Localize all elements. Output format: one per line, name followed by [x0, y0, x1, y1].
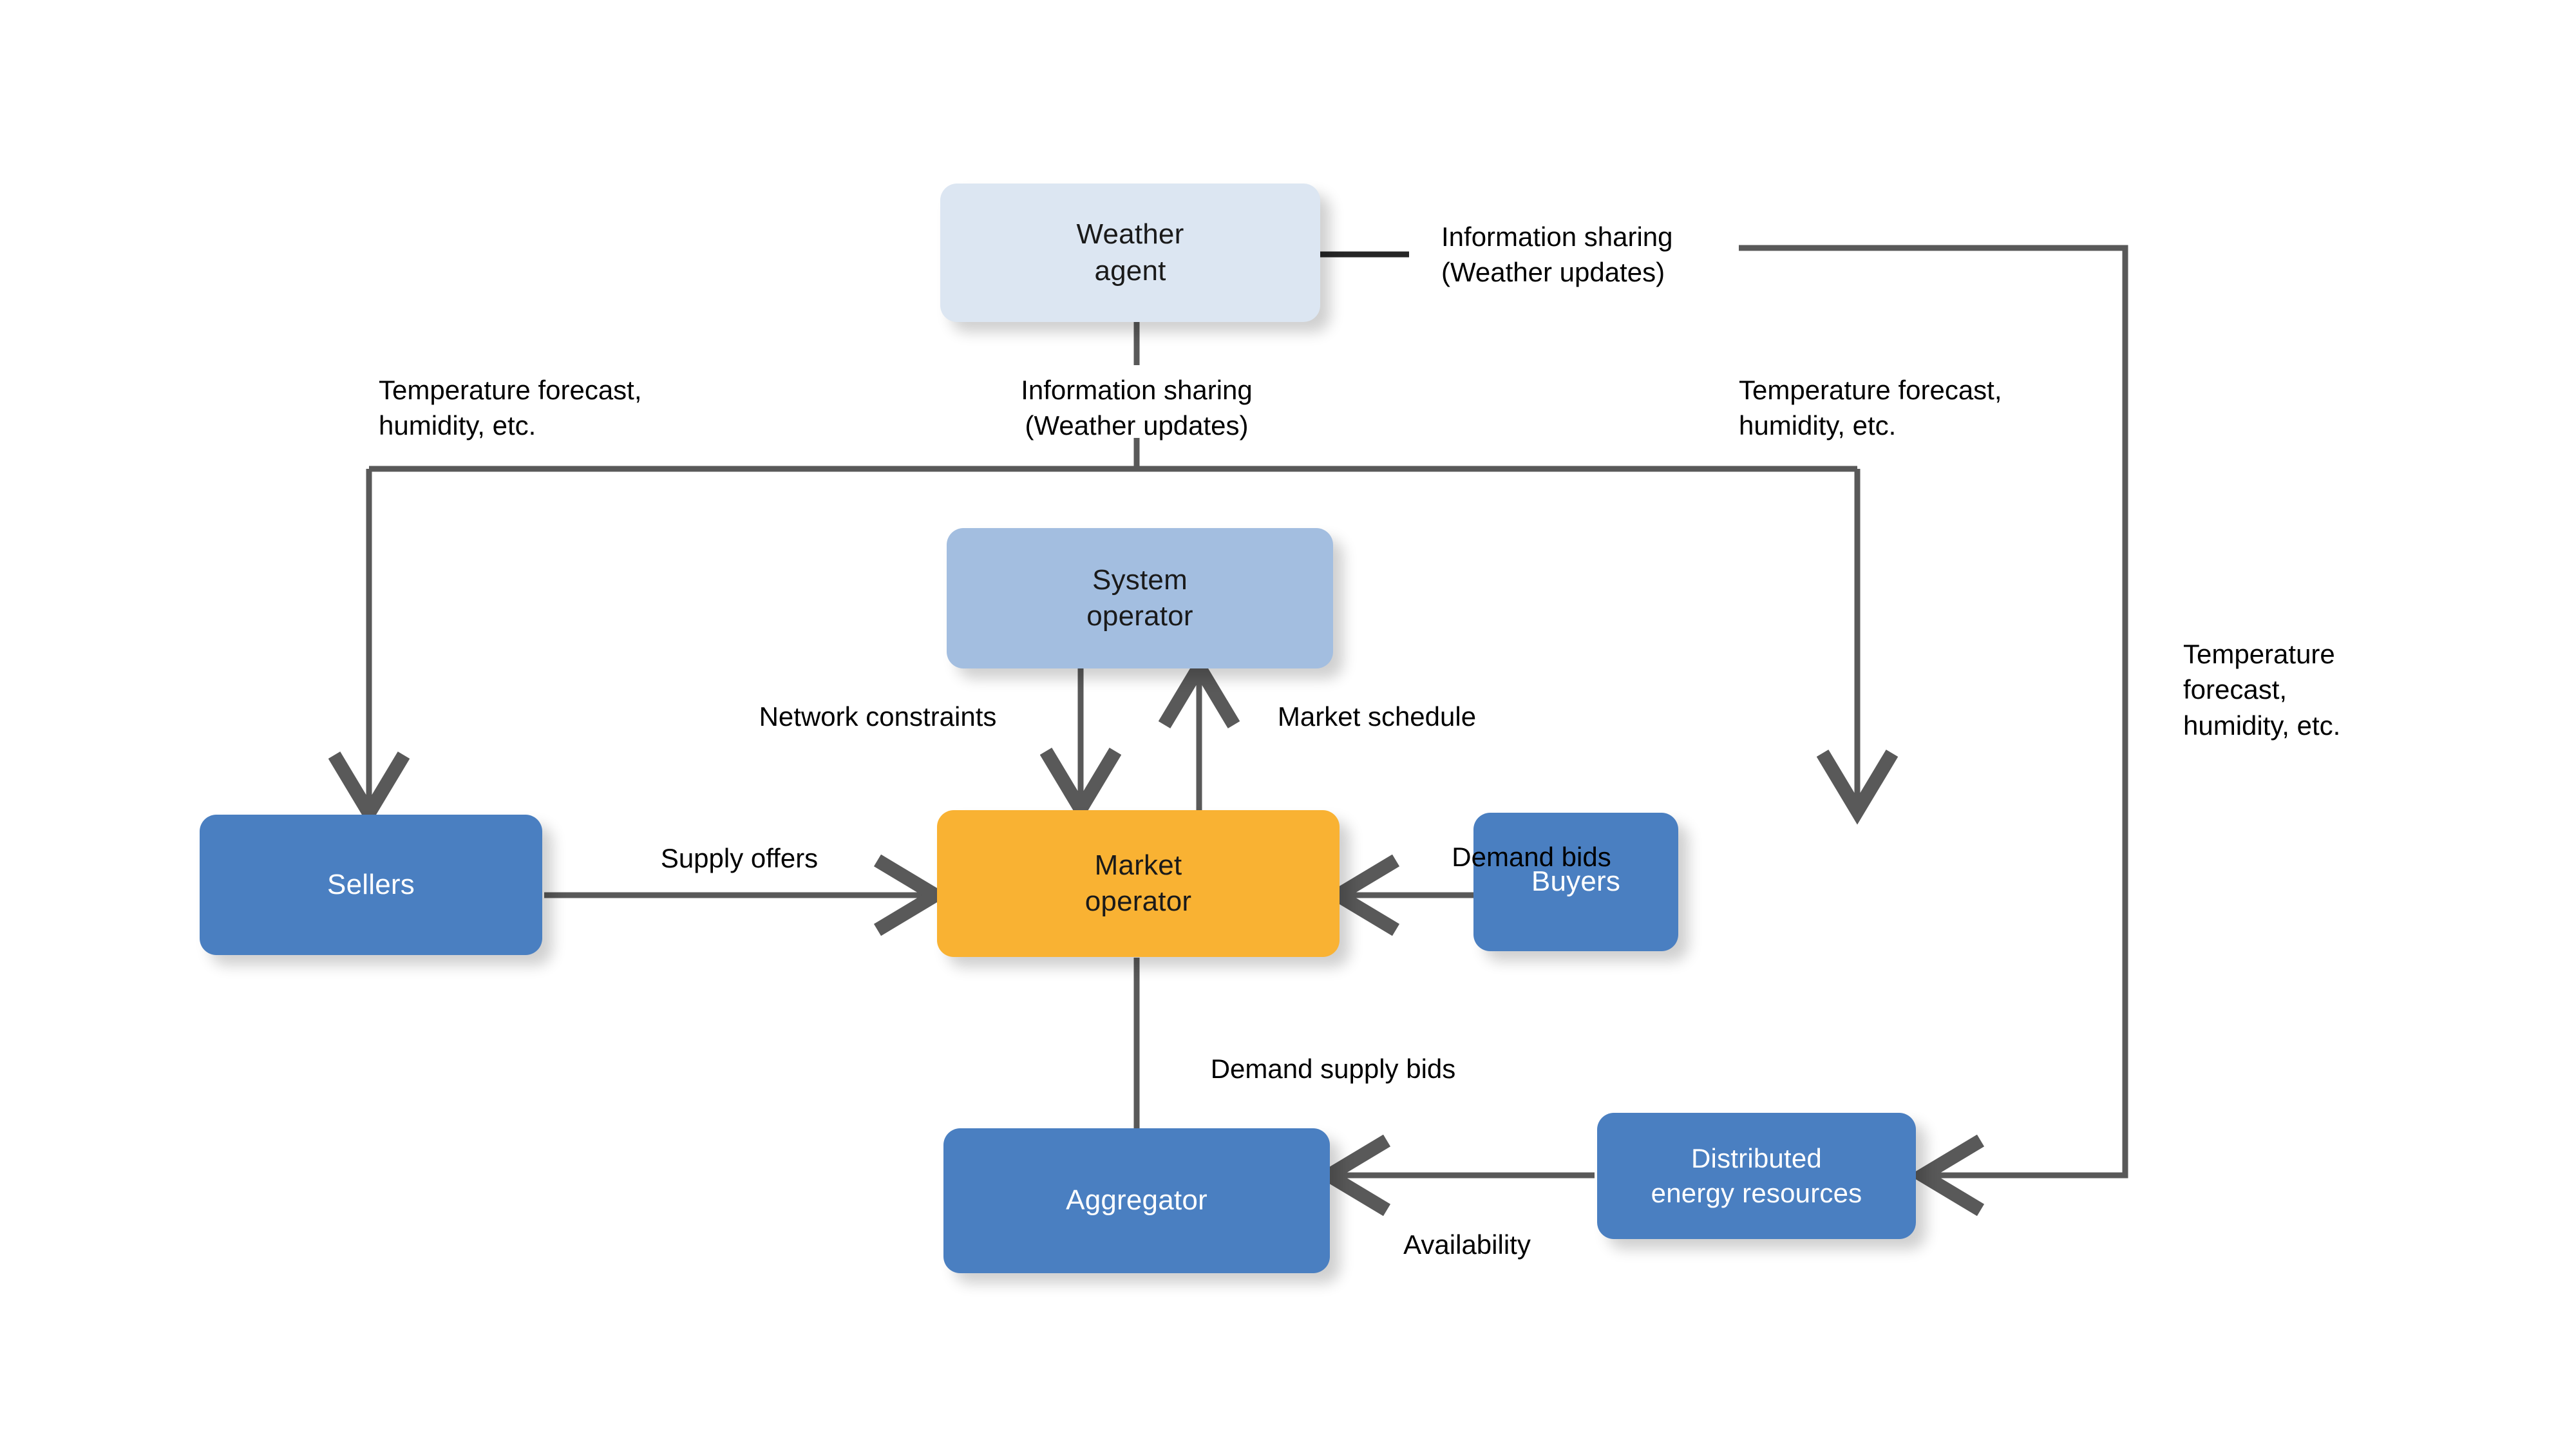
- node-aggregator[interactable]: Aggregator: [943, 1128, 1330, 1273]
- node-der-label: Distributed energy resources: [1651, 1143, 1862, 1208]
- diagram-canvas: Weather agent System operator Market ope…: [0, 0, 2576, 1449]
- edge-label-demand-bids: Demand bids: [1452, 842, 1611, 872]
- node-buyers[interactable]: Buyers: [1473, 813, 1678, 951]
- node-sellers-label: Sellers: [327, 868, 415, 900]
- node-market-operator[interactable]: Market operator: [937, 810, 1340, 957]
- node-sellers[interactable]: Sellers: [200, 815, 542, 955]
- node-aggregator-label: Aggregator: [1066, 1184, 1208, 1217]
- node-distributed-energy-resources[interactable]: Distributed energy resources: [1597, 1113, 1916, 1239]
- edge-label-market-schedule: Market schedule: [1277, 701, 1477, 732]
- edge-label-temperature-forecast-right: Temperature forecast, humidity, etc.: [1739, 375, 2002, 441]
- edge-label-temperature-forecast-left: Temperature forecast, humidity, etc.: [379, 375, 642, 441]
- node-market-operator-label: Market operator: [1084, 849, 1192, 917]
- node-system-operator[interactable]: System operator: [947, 528, 1333, 668]
- edge-label-network-constraints: Network constraints: [759, 701, 997, 732]
- edge-label-information-sharing-down: Information sharing (Weather updates): [1021, 375, 1253, 441]
- edge-label-information-sharing-right: Information sharing (Weather updates): [1441, 222, 1673, 288]
- node-system-operator-label: System operator: [1086, 564, 1193, 632]
- node-weather-agent-label: Weather agent: [1076, 218, 1184, 287]
- edge-label-availability: Availability: [1403, 1229, 1531, 1260]
- edge-label-demand-supply-bids: Demand supply bids: [1210, 1054, 1456, 1084]
- edge-label-temperature-forecast-far-right: Temperature forecast, humidity, etc.: [2183, 639, 2341, 741]
- edge-label-supply-offers: Supply offers: [660, 843, 819, 873]
- node-weather-agent[interactable]: Weather agent: [940, 184, 1320, 322]
